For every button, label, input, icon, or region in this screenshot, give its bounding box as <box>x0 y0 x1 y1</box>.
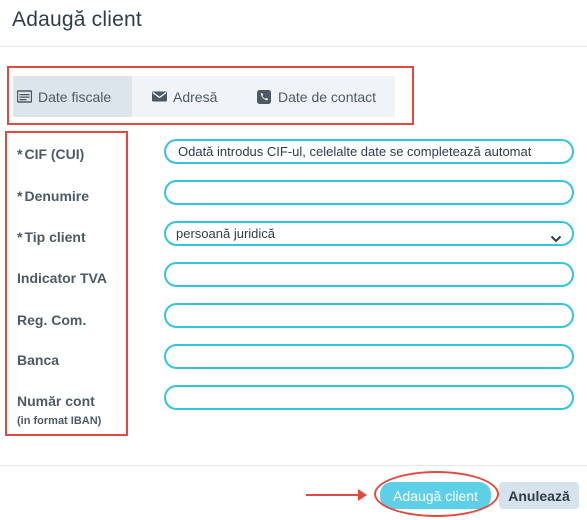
tip-client-value: persoană juridică <box>176 226 276 241</box>
dialog-title: Adaugă client <box>12 8 142 31</box>
header-divider <box>0 46 587 47</box>
footer-divider <box>0 465 587 466</box>
add-button-annotation-circle <box>374 471 499 517</box>
annotation-arrowhead <box>358 489 367 501</box>
tabs-annotation-box <box>7 66 414 125</box>
chevron-down-icon <box>550 229 562 243</box>
denumire-input[interactable] <box>164 180 574 205</box>
cancel-button[interactable]: Anulează <box>499 482 579 509</box>
labels-annotation-box <box>5 131 128 436</box>
numar-cont-input[interactable] <box>164 385 574 410</box>
indicator-tva-input[interactable] <box>164 262 574 287</box>
cif-input[interactable] <box>164 139 574 164</box>
banca-input[interactable] <box>164 344 574 369</box>
annotation-arrow <box>306 494 364 496</box>
reg-com-input[interactable] <box>164 303 574 328</box>
